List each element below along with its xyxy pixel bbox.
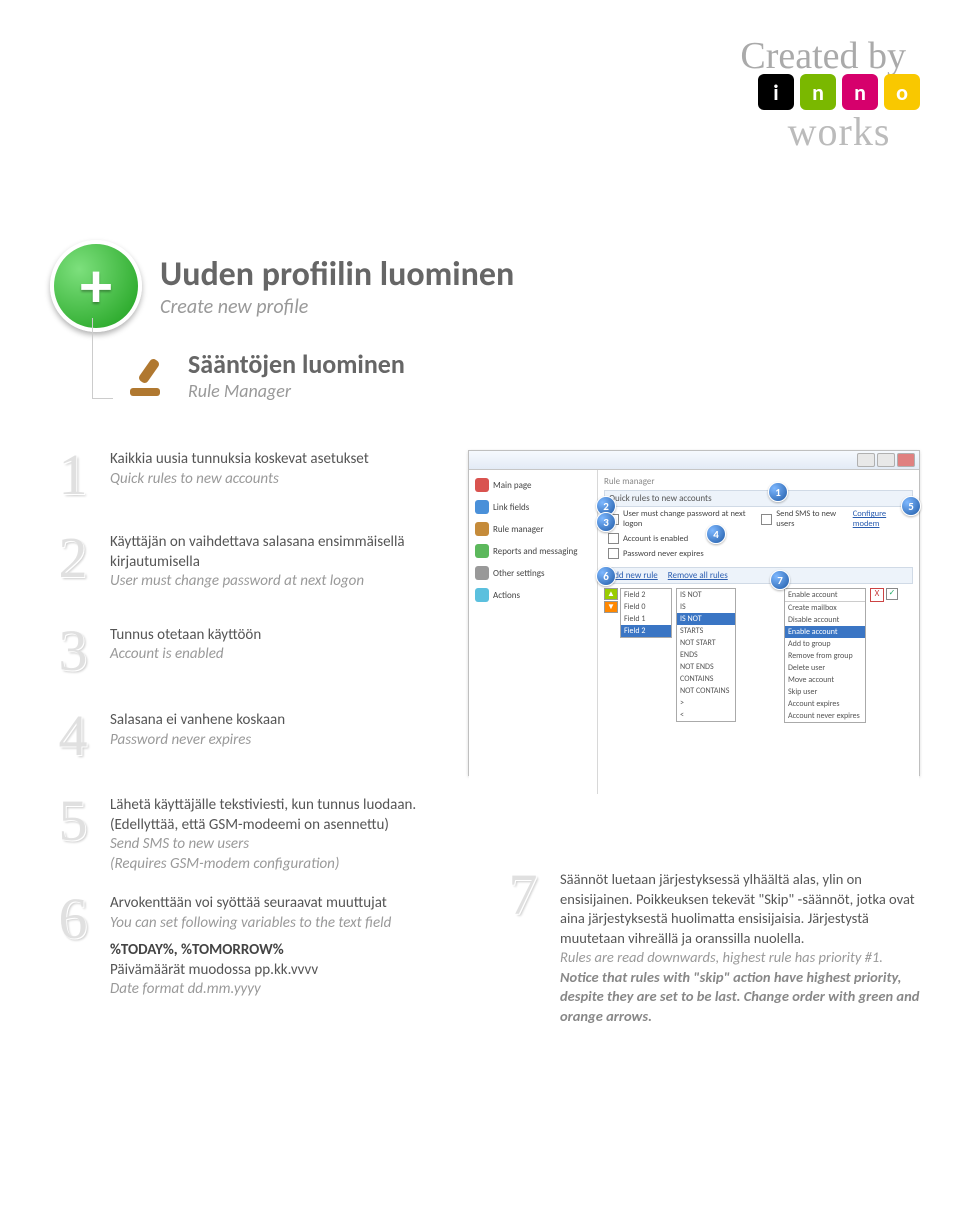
move-down-icon[interactable]: ▼	[604, 601, 618, 613]
logo-letter: n	[800, 74, 836, 110]
delete-rule-icon[interactable]: X	[870, 588, 884, 602]
step-text-en: Account is enabled	[110, 645, 261, 665]
checkbox[interactable]	[608, 533, 619, 544]
sidebar-item-other[interactable]: Other settings	[473, 562, 593, 584]
step-text-en2: (Requires GSM-modem configuration)	[110, 855, 430, 875]
callout-3: 3	[596, 512, 616, 532]
checkbox[interactable]	[608, 548, 619, 559]
step-number: 5	[50, 796, 96, 845]
remove-rules-link[interactable]: Remove all rules	[668, 570, 728, 581]
window-titlebar	[469, 451, 919, 470]
logo-letter: i	[758, 74, 794, 110]
section-title: Sääntöjen luominen	[188, 348, 405, 380]
step-text-en: User must change password at next logon	[110, 572, 430, 592]
step-number: 2	[50, 533, 96, 582]
action-select[interactable]: Enable account Create mailbox Disable ac…	[784, 588, 866, 723]
step-text-en: Quick rules to new accounts	[110, 470, 369, 490]
checkbox[interactable]	[761, 514, 772, 525]
step-text-en: Password never expires	[110, 731, 285, 751]
logo-text: works	[758, 108, 920, 155]
operator-select[interactable]: IS NOT IS IS NOT STARTS NOT START ENDS N…	[676, 588, 736, 722]
step-text-en: You can set following variables to the t…	[110, 914, 391, 934]
step-number: 1	[50, 450, 96, 499]
field-select[interactable]: Field 2 Field 0 Field 1 Field 2	[620, 588, 672, 638]
tree-connector	[92, 318, 113, 399]
sidebar-item-label: Reports and messaging	[493, 546, 577, 557]
created-by-label: Created by	[740, 34, 906, 78]
gavel-icon	[122, 352, 174, 404]
step-number: 7	[500, 870, 546, 1027]
step-text: Lähetä käyttäjälle tekstiviesti, kun tun…	[110, 796, 430, 835]
sidebar-item-label: Main page	[493, 480, 532, 491]
sidebar-item-label: Link fields	[493, 502, 529, 513]
checkbox-label: Send SMS to new users	[776, 509, 848, 529]
sidebar-item-link[interactable]: Link fields	[473, 496, 593, 518]
step-number: 3	[50, 626, 96, 675]
rule-enabled-checkbox[interactable]: ✓	[886, 588, 898, 600]
minimize-icon[interactable]	[857, 453, 875, 467]
variables-label: %TODAY%, %TOMORROW%	[110, 941, 391, 961]
move-up-icon[interactable]: ▲	[604, 588, 618, 600]
add-rule-link[interactable]: Add new rule	[609, 570, 658, 581]
sidebar: Main page Link fields Rule manager Repor…	[469, 470, 598, 794]
callout-4: 4	[706, 524, 726, 544]
checkbox-label: Account is enabled	[623, 534, 688, 544]
logo-letter: o	[884, 74, 920, 110]
callout-6: 6	[596, 566, 616, 586]
step-number: 6	[50, 894, 96, 943]
step-text: Arvokenttään voi syöttää seuraavat muutt…	[110, 894, 391, 914]
page-title: Uuden profiilin luominen	[160, 254, 514, 295]
step-text-en: Rules are read downwards, highest rule h…	[560, 948, 883, 966]
callout-5: 5	[901, 496, 921, 516]
close-icon[interactable]	[897, 453, 915, 467]
step-text: Säännöt luetaan järjestyksessä ylhäältä …	[560, 870, 920, 948]
sidebar-item-reports[interactable]: Reports and messaging	[473, 540, 593, 562]
step-text-en: Send SMS to new users	[110, 835, 430, 855]
quick-rules-header: Quick rules to new accounts	[604, 490, 913, 507]
callout-1: 1	[768, 482, 788, 502]
sidebar-item-actions[interactable]: Actions	[473, 584, 593, 606]
callout-7: 7	[770, 570, 790, 590]
logo: i n n o works	[758, 74, 920, 155]
step-text: Päivämäärät muodossa pp.kk.vvvv	[110, 961, 391, 981]
sidebar-item-label: Other settings	[493, 568, 545, 579]
checkbox-label: Password never expires	[623, 549, 704, 559]
checkbox-label: User must change password at next logon	[623, 509, 753, 529]
section-title-en: Rule Manager	[188, 380, 405, 402]
sidebar-item-rule[interactable]: Rule manager	[473, 518, 593, 540]
pane-title: Rule manager	[604, 476, 913, 487]
step-text-en: Date format dd.mm.yyyy	[110, 980, 391, 1000]
step-text-en-b: Notice that rules with "skip" action hav…	[560, 968, 919, 1025]
configure-modem-link[interactable]: Configure modem	[853, 509, 909, 529]
sidebar-item-label: Rule manager	[493, 524, 544, 535]
step-text: Salasana ei vanhene koskaan	[110, 711, 285, 731]
screenshot: Main page Link fields Rule manager Repor…	[468, 450, 920, 776]
step-text: Käyttäjän on vaihdettava salasana ensimm…	[110, 533, 430, 572]
reorder-controls: ▲ ▼	[604, 588, 616, 613]
sidebar-item-label: Actions	[493, 590, 520, 601]
maximize-icon[interactable]	[877, 453, 895, 467]
step-text: Kaikkia uusia tunnuksia koskevat asetuks…	[110, 450, 369, 470]
sidebar-item-main[interactable]: Main page	[473, 474, 593, 496]
step-number: 4	[50, 711, 96, 760]
page-title-en: Create new profile	[160, 295, 514, 319]
logo-letter: n	[842, 74, 878, 110]
step-text: Tunnus otetaan käyttöön	[110, 626, 261, 646]
